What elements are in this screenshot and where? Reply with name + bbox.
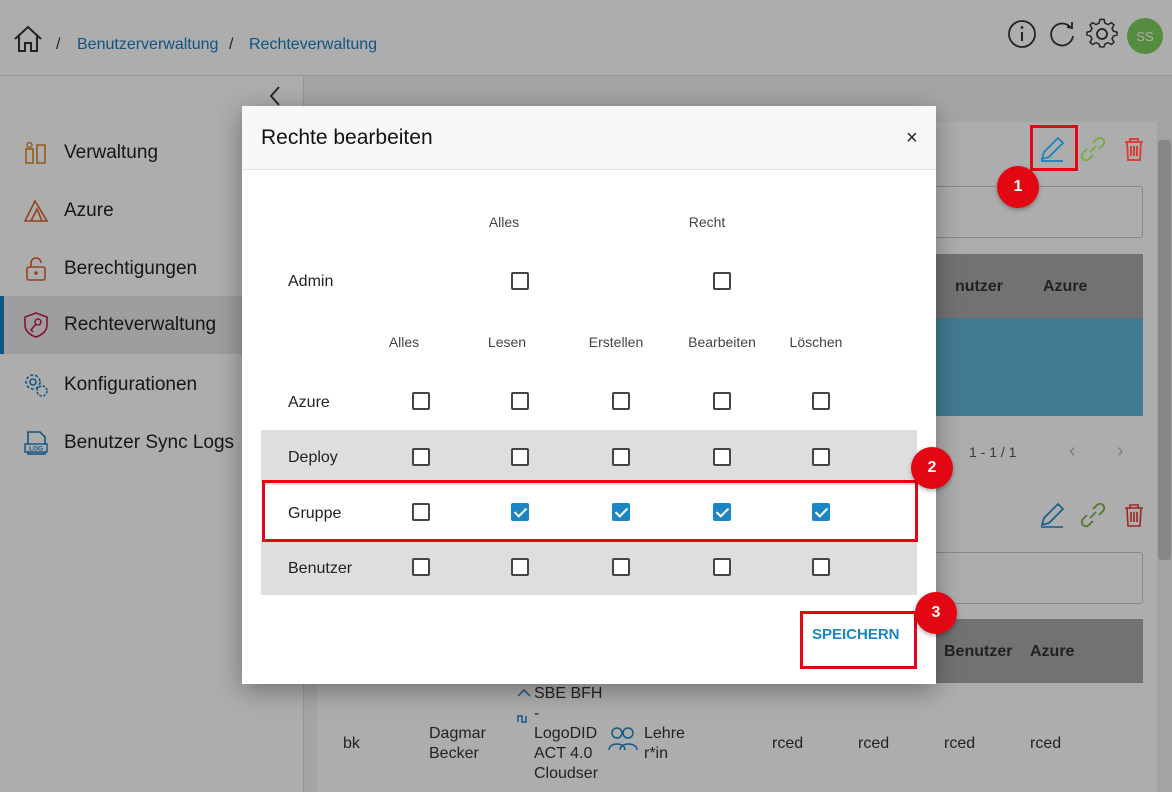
column-header-loeschen: Löschen (789, 334, 843, 350)
dialog-title: Rechte bearbeiten (261, 126, 433, 149)
checkbox-azure-alles[interactable] (412, 392, 430, 410)
checkbox-benutzer-alles[interactable] (412, 558, 430, 576)
checkbox-gruppe-bearbeiten[interactable] (713, 503, 731, 521)
checkbox-gruppe-alles[interactable] (412, 503, 430, 521)
close-icon[interactable]: × (906, 128, 918, 148)
dialog-header: Rechte bearbeiten × (242, 106, 936, 170)
checkbox-deploy-erstellen[interactable] (612, 448, 630, 466)
row-label-admin: Admin (288, 273, 334, 290)
checkbox-azure-lesen[interactable] (511, 392, 529, 410)
row-label-gruppe: Gruppe (288, 505, 342, 522)
checkbox-azure-bearbeiten[interactable] (713, 392, 731, 410)
step-marker-3: 3 (915, 592, 957, 634)
column-header-alles: Alles (488, 214, 520, 230)
checkbox-benutzer-lesen[interactable] (511, 558, 529, 576)
checkbox-deploy-bearbeiten[interactable] (713, 448, 731, 466)
row-label-azure: Azure (288, 394, 330, 411)
checkbox-deploy-loeschen[interactable] (812, 448, 830, 466)
column-header-alles: Alles (388, 334, 420, 350)
checkbox-gruppe-erstellen[interactable] (612, 503, 630, 521)
checkbox-benutzer-loeschen[interactable] (812, 558, 830, 576)
step-marker-2: 2 (911, 447, 953, 489)
checkbox-admin-alles[interactable] (511, 272, 529, 290)
column-header-erstellen: Erstellen (588, 334, 644, 350)
checkbox-benutzer-erstellen[interactable] (612, 558, 630, 576)
checkbox-azure-erstellen[interactable] (612, 392, 630, 410)
row-label-deploy: Deploy (288, 449, 338, 466)
checkbox-azure-loeschen[interactable] (812, 392, 830, 410)
column-header-bearbeiten: Bearbeiten (688, 334, 756, 350)
row-label-benutzer: Benutzer (288, 560, 353, 577)
column-header-lesen: Lesen (487, 334, 527, 350)
checkbox-gruppe-loeschen[interactable] (812, 503, 830, 521)
save-button[interactable]: SPEICHERN (812, 626, 900, 643)
link-icon[interactable] (1078, 134, 1108, 164)
checkbox-benutzer-bearbeiten[interactable] (713, 558, 731, 576)
checkbox-admin-recht[interactable] (713, 272, 731, 290)
edit-rights-dialog: Rechte bearbeiten × Alles Recht Admin Al… (242, 106, 936, 684)
checkbox-deploy-lesen[interactable] (511, 448, 529, 466)
step-marker-1: 1 (997, 166, 1039, 208)
column-header-recht: Recht (688, 214, 726, 230)
checkbox-deploy-alles[interactable] (412, 448, 430, 466)
trash-icon[interactable] (1119, 134, 1149, 164)
checkbox-gruppe-lesen[interactable] (511, 503, 529, 521)
pencil-icon[interactable] (1037, 134, 1067, 164)
